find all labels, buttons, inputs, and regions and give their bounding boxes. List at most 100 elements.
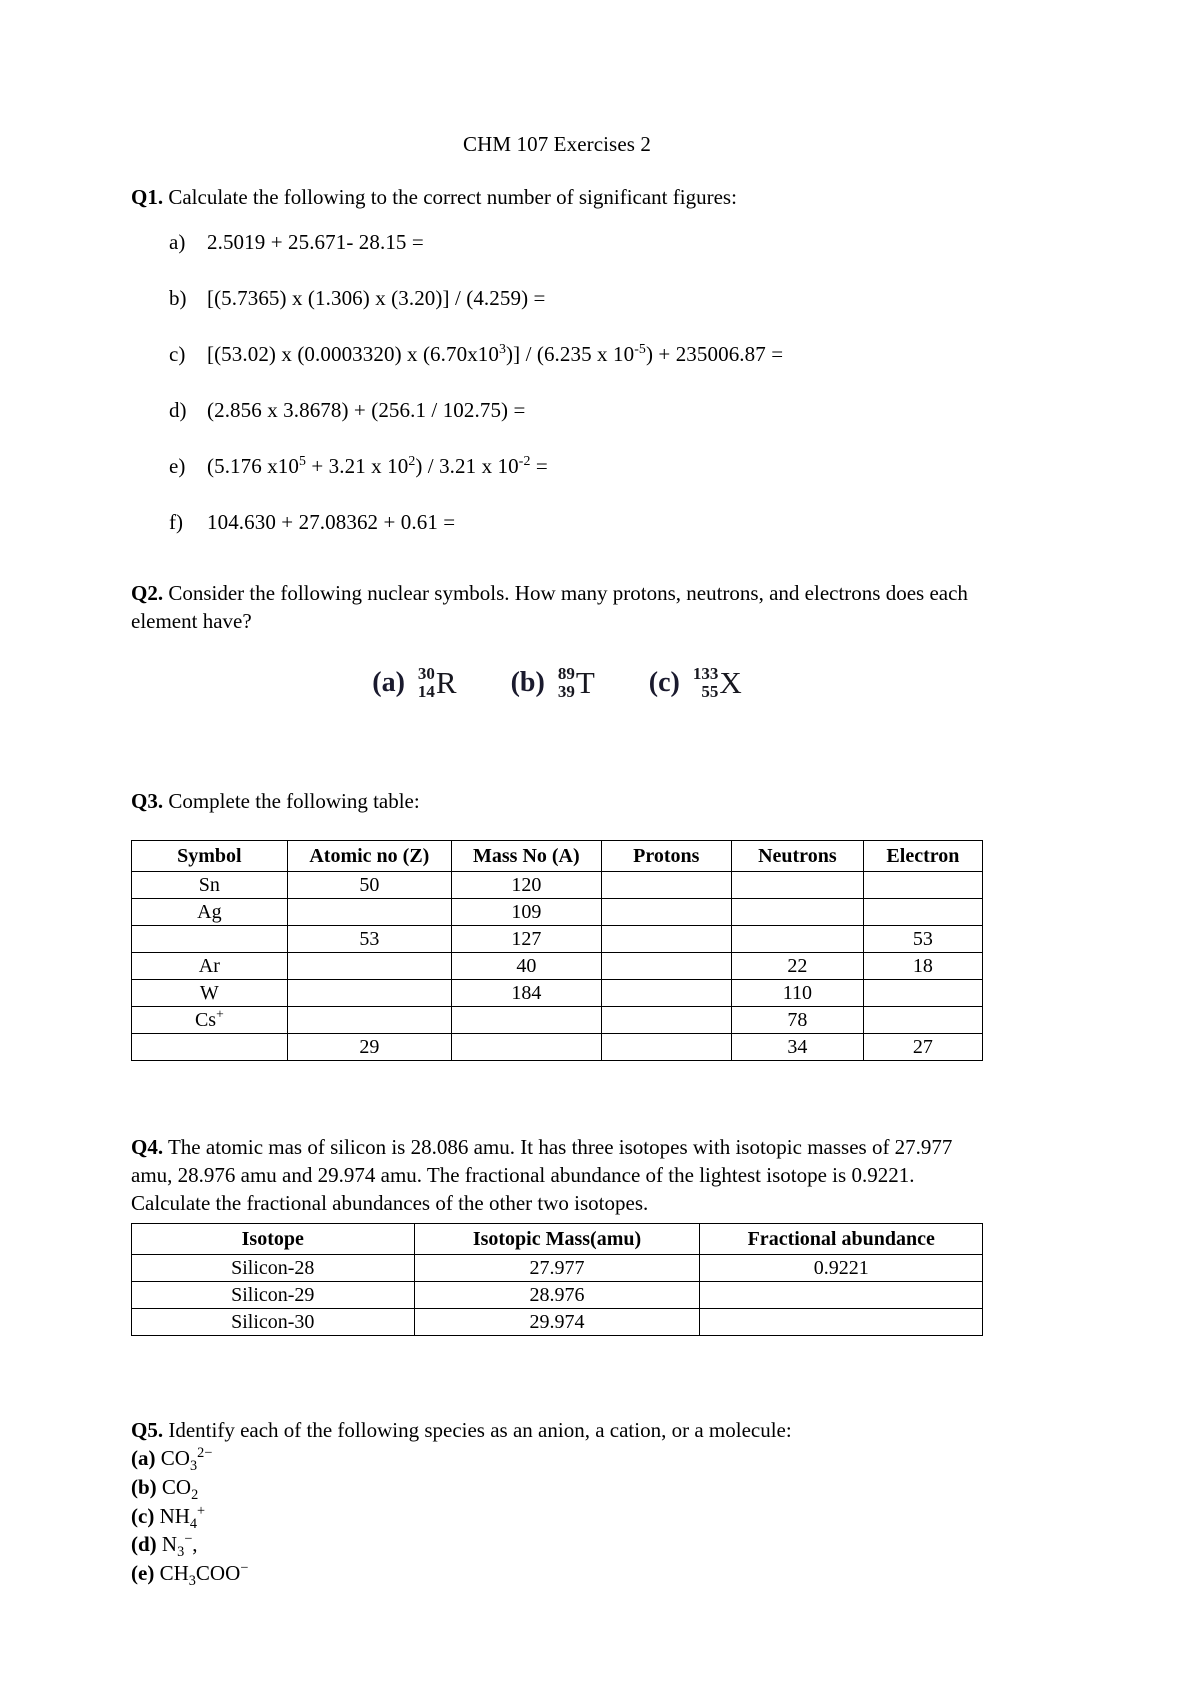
q3-cell-symbol[interactable]: Ag: [131, 897, 288, 926]
table-row: W 184 110: [131, 978, 984, 1007]
q2-isotope-c-element: X: [719, 665, 742, 701]
q3-cell-neutrons[interactable]: [730, 924, 864, 953]
q1-item-e-marker: e): [169, 453, 186, 478]
q2-nuclear-symbols: (a) 30 14 R (b) 89 39 T (c) 133 55 X: [131, 665, 983, 700]
q3-cell-a[interactable]: [450, 1005, 602, 1034]
q1-prompt: Calculate the following to the correct n…: [168, 185, 737, 210]
q3-prompt: Complete the following table:: [168, 788, 420, 813]
q5-item-c-marker: (c): [131, 1503, 155, 1528]
q2-isotope-b-mass-number: 89: [557, 664, 575, 684]
table-row: Silicon-30 29.974: [131, 1307, 983, 1336]
table-row: Sn 50 120: [131, 870, 984, 899]
q3-cell-neutrons[interactable]: 78: [730, 1005, 864, 1034]
q3-cell-symbol[interactable]: Cs+: [131, 1005, 288, 1034]
q4-cell-isotope[interactable]: Silicon-29: [131, 1280, 415, 1309]
q3-cell-z[interactable]: 29: [286, 1032, 452, 1061]
q4-cell-mass[interactable]: 27.977: [413, 1253, 701, 1282]
q3-table-container: Symbol Atomic no (Z) Mass No (A) Protons…: [131, 839, 984, 1061]
q3-cell-z[interactable]: 53: [286, 924, 452, 953]
q3-cell-symbol[interactable]: W: [131, 978, 288, 1007]
q4-cell-abundance[interactable]: 0.9221: [699, 1253, 983, 1282]
q3-cell-symbol[interactable]: [131, 924, 288, 953]
q3-cell-protons[interactable]: [600, 951, 732, 980]
q3-header-symbol: Symbol: [131, 839, 288, 872]
question-4: Q4. The atomic mas of silicon is 28.086 …: [131, 1133, 983, 1336]
q3-cell-z[interactable]: [286, 978, 452, 1007]
q3-cell-neutrons[interactable]: 22: [730, 951, 864, 980]
q4-header-fractional-abundance: Fractional abundance: [699, 1222, 983, 1255]
q3-cell-a[interactable]: 127: [450, 924, 602, 953]
q3-cell-neutrons[interactable]: 110: [730, 978, 864, 1007]
q4-cell-abundance[interactable]: [699, 1307, 983, 1336]
q1-item-b-marker: b): [169, 285, 187, 310]
q3-cell-symbol[interactable]: [131, 1032, 288, 1061]
q4-cell-abundance[interactable]: [699, 1280, 983, 1309]
q3-cell-a[interactable]: 120: [450, 870, 602, 899]
q5-item-b-formula: CO2: [161, 1474, 199, 1504]
q3-cell-z[interactable]: 50: [286, 870, 452, 899]
q3-cell-neutrons[interactable]: [730, 897, 864, 926]
q3-cell-electrons[interactable]: 27: [862, 1032, 984, 1061]
q3-cell-a[interactable]: [450, 1032, 602, 1061]
q4-cell-mass[interactable]: 29.974: [413, 1307, 701, 1336]
q4-table: Isotope Isotopic Mass(amu) Fractional ab…: [131, 1222, 983, 1336]
q3-cell-electrons[interactable]: [862, 897, 984, 926]
q4-cell-isotope[interactable]: Silicon-28: [131, 1253, 415, 1282]
q2-isotope-a-numbers: 30 14: [418, 665, 435, 700]
q3-cell-protons[interactable]: [600, 1005, 732, 1034]
q4-cell-mass[interactable]: 28.976: [413, 1280, 701, 1309]
q5-item-d-formula: N3−,: [161, 1531, 198, 1561]
q3-header-mass-no: Mass No (A): [450, 839, 602, 872]
q1-item-c: c) [(53.02) x (0.0003320) x (6.70x103)] …: [169, 340, 983, 367]
q3-cell-z[interactable]: [286, 897, 452, 926]
q3-cell-electrons[interactable]: 53: [862, 924, 984, 953]
q5-item-e-formula: CH3COO−: [159, 1559, 249, 1589]
q3-cell-symbol[interactable]: Ar: [131, 951, 288, 980]
q1-item-b-expression: [(5.7365) x (1.306) x (3.20)] / (4.259) …: [207, 285, 546, 310]
q3-cell-neutrons[interactable]: [730, 870, 864, 899]
q3-cell-protons[interactable]: [600, 870, 732, 899]
q3-cell-electrons[interactable]: [862, 1005, 984, 1034]
q5-item-e: (e) CH3COO−: [131, 1559, 983, 1589]
q3-cell-protons[interactable]: [600, 924, 732, 953]
q5-item-a-formula: CO32−: [160, 1445, 213, 1475]
q3-cell-protons[interactable]: [600, 978, 732, 1007]
q1-item-e-expression: (5.176 x105 + 3.21 x 102) / 3.21 x 10-2 …: [207, 452, 548, 478]
q5-item-d-marker: (d): [131, 1532, 157, 1557]
q5-item-b: (b) CO2: [131, 1473, 983, 1502]
q4-prompt-line-1: Q4. The atomic mas of silicon is 28.086 …: [131, 1133, 983, 1161]
q2-isotope-c-mass-number: 133: [692, 664, 719, 684]
q3-cell-a[interactable]: 184: [450, 978, 602, 1007]
q2-isotope-c-atomic-number: 55: [701, 681, 719, 701]
q1-item-c-marker: c): [169, 341, 186, 366]
q1-item-f: f) 104.630 + 27.08362 + 0.61 =: [169, 510, 983, 535]
q3-header-electron: Electron: [862, 839, 984, 872]
table-row: 29 34 27: [131, 1032, 984, 1061]
q5-item-a: (a) CO32−: [131, 1444, 983, 1473]
q2-isotope-b: 89 39 T: [558, 665, 595, 700]
q3-cell-protons[interactable]: [600, 1032, 732, 1061]
q3-cell-z[interactable]: [286, 1005, 452, 1034]
q1-item-d-expression: (2.856 x 3.8678) + (256.1 / 102.75) =: [207, 397, 526, 422]
q1-item-a-marker: a): [169, 229, 186, 254]
q5-prompt-line: Q5. Identify each of the following speci…: [131, 1416, 983, 1445]
q3-cell-symbol[interactable]: Sn: [131, 870, 288, 899]
q3-cell-a[interactable]: 40: [450, 951, 602, 980]
q3-cell-electrons[interactable]: [862, 870, 984, 899]
q2-symbol-a-marker: (a): [372, 666, 405, 698]
q2-symbol-b: (b) 89 39 T: [511, 665, 595, 700]
q2-label: Q2.: [131, 580, 164, 605]
q2-symbol-c-marker: (c): [648, 666, 680, 698]
q4-table-header-row: Isotope Isotopic Mass(amu) Fractional ab…: [131, 1222, 983, 1255]
q3-cell-neutrons[interactable]: 34: [730, 1032, 864, 1061]
q1-item-c-expression: [(53.02) x (0.0003320) x (6.70x103)] / (…: [207, 340, 784, 366]
q4-cell-isotope[interactable]: Silicon-30: [131, 1307, 415, 1336]
q3-cell-protons[interactable]: [600, 897, 732, 926]
q3-cell-electrons[interactable]: 18: [862, 951, 984, 980]
q5-item-b-marker: (b): [131, 1474, 157, 1499]
q3-label: Q3.: [131, 788, 164, 813]
q3-cell-a[interactable]: 109: [450, 897, 602, 926]
q3-cell-electrons[interactable]: [862, 978, 984, 1007]
q2-prompt: Consider the following nuclear symbols. …: [131, 580, 968, 634]
q3-cell-z[interactable]: [286, 951, 452, 980]
